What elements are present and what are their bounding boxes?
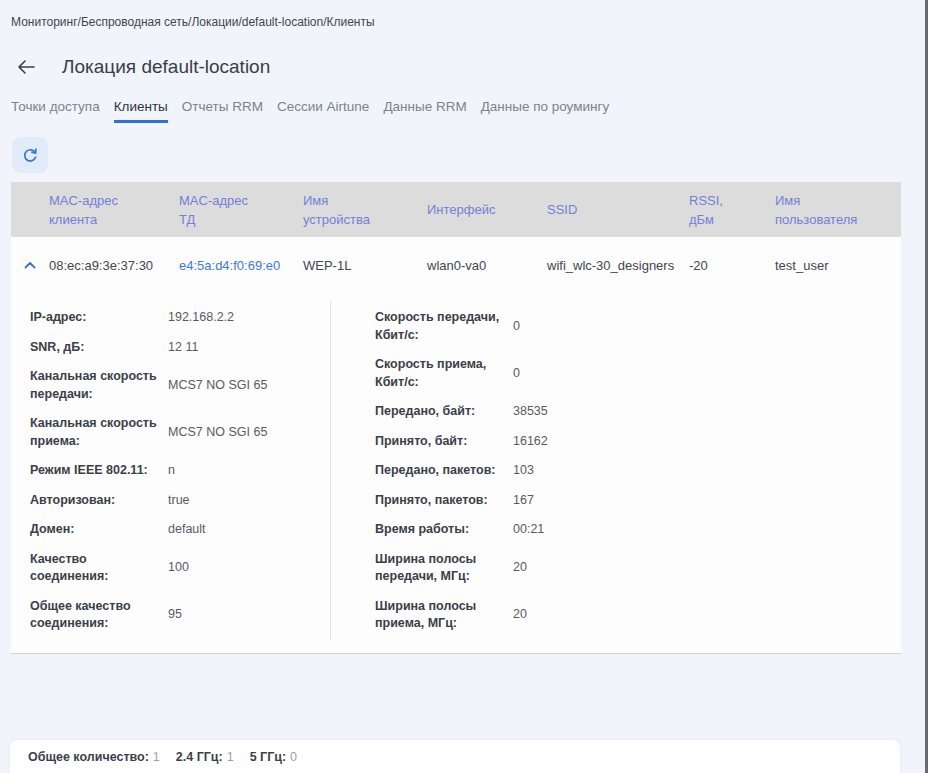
detail-row-tx-bytes: Передано, байт:38535 [375, 403, 750, 421]
back-button[interactable] [14, 55, 38, 79]
header-expander-spacer [11, 182, 49, 237]
tab-clients[interactable]: Клиенты [114, 99, 168, 123]
detail-row-rx-channel-rate: Канальная скорость приема:MCS7 NO SGI 65 [30, 415, 314, 450]
cell-device-name: WEP-1L [303, 237, 427, 293]
breadcrumb: Мониторинг/Беспроводная сеть/Локации/def… [11, 15, 375, 29]
detail-row-tx-bandwidth: Ширина полосы передачи, МГц:20 [375, 551, 750, 586]
detail-row-ip: IP-адрес:192.168.2.2 [30, 309, 314, 327]
chevron-up-icon [24, 261, 36, 269]
footer-total: Общее количество:1 [28, 750, 160, 764]
collapse-row-button[interactable] [11, 237, 49, 293]
column-header-interface: Интерфейс [427, 182, 547, 237]
page-title: Локация default-location [62, 56, 270, 78]
detail-row-domain: Домен:default [30, 521, 314, 539]
cell-ap-mac-link[interactable]: e4:5a:d4:f0:69:e0 [179, 258, 280, 273]
footer-5ghz: 5 ГГц:0 [250, 750, 297, 764]
tab-roaming-data[interactable]: Данные по роумингу [481, 99, 610, 123]
column-header-ap-mac: MAC-адрес ТД [179, 182, 303, 237]
details-left-column: IP-адрес:192.168.2.2 SNR, дБ:12 11 Канал… [11, 309, 330, 633]
title-row: Локация default-location [14, 55, 270, 79]
client-row: 08:ec:a9:3e:37:30 e4:5a:d4:f0:69:e0 WEP-… [11, 237, 901, 293]
detail-row-common-link-quality: Общее качество соединения:95 [30, 598, 314, 633]
column-header-ssid: SSID [547, 182, 689, 237]
details-column-divider [330, 301, 331, 641]
tab-rrm-data[interactable]: Данные RRM [383, 99, 466, 123]
detail-row-rx-rate: Скорость приема, Кбит/с:0 [375, 356, 750, 391]
cell-username: test_user [775, 237, 901, 293]
tab-bar: Точки доступа Клиенты Отчеты RRM Сессии … [11, 99, 609, 123]
refresh-button[interactable] [12, 137, 48, 173]
table-header-row: MAC-адрес клиента MAC-адрес ТД Имя устро… [11, 182, 901, 237]
tab-access-points[interactable]: Точки доступа [11, 99, 100, 123]
summary-footer: Общее количество:1 2.4 ГГц:1 5 ГГц:0 [10, 740, 900, 773]
column-header-client-mac: MAC-адрес клиента [49, 182, 179, 237]
tab-airtune-sessions[interactable]: Сессии Airtune [277, 99, 369, 123]
detail-row-link-quality: Качество соединения:100 [30, 551, 314, 586]
details-right-column: Скорость передачи, Кбит/с:0 Скорость при… [330, 309, 750, 633]
arrow-left-icon [17, 59, 35, 75]
detail-row-snr: SNR, дБ:12 11 [30, 339, 314, 357]
detail-row-tx-channel-rate: Канальная скорость передачи:MCS7 NO SGI … [30, 368, 314, 403]
detail-row-uptime: Время работы:00:21 [375, 521, 750, 539]
cell-interface: wlan0-va0 [427, 237, 547, 293]
column-header-device-name: Имя устройства [303, 182, 427, 237]
detail-row-rx-bandwidth: Ширина полосы приема, МГц:20 [375, 598, 750, 633]
detail-row-tx-packets: Передано, пакетов:103 [375, 462, 750, 480]
cell-ssid: wifi_wlc-30_designers [547, 237, 689, 293]
detail-row-rx-packets: Принято, пакетов:167 [375, 492, 750, 510]
footer-24ghz: 2.4 ГГц:1 [176, 750, 234, 764]
detail-row-authorized: Авторизован:true [30, 492, 314, 510]
clients-table: MAC-адрес клиента MAC-адрес ТД Имя устро… [11, 182, 901, 654]
detail-row-tx-rate: Скорость передачи, Кбит/с:0 [375, 309, 750, 344]
tab-rrm-reports[interactable]: Отчеты RRM [182, 99, 263, 123]
client-details-panel: IP-адрес:192.168.2.2 SNR, дБ:12 11 Канал… [11, 293, 901, 653]
cell-rssi: -20 [689, 237, 775, 293]
column-header-rssi: RSSI, дБм [689, 182, 775, 237]
column-header-username: Имя пользователя [775, 182, 901, 237]
cell-client-mac: 08:ec:a9:3e:37:30 [49, 237, 179, 293]
detail-row-ieee-mode: Режим IEEE 802.11:n [30, 462, 314, 480]
detail-row-rx-bytes: Принято, байт:16162 [375, 433, 750, 451]
refresh-icon [22, 147, 39, 164]
